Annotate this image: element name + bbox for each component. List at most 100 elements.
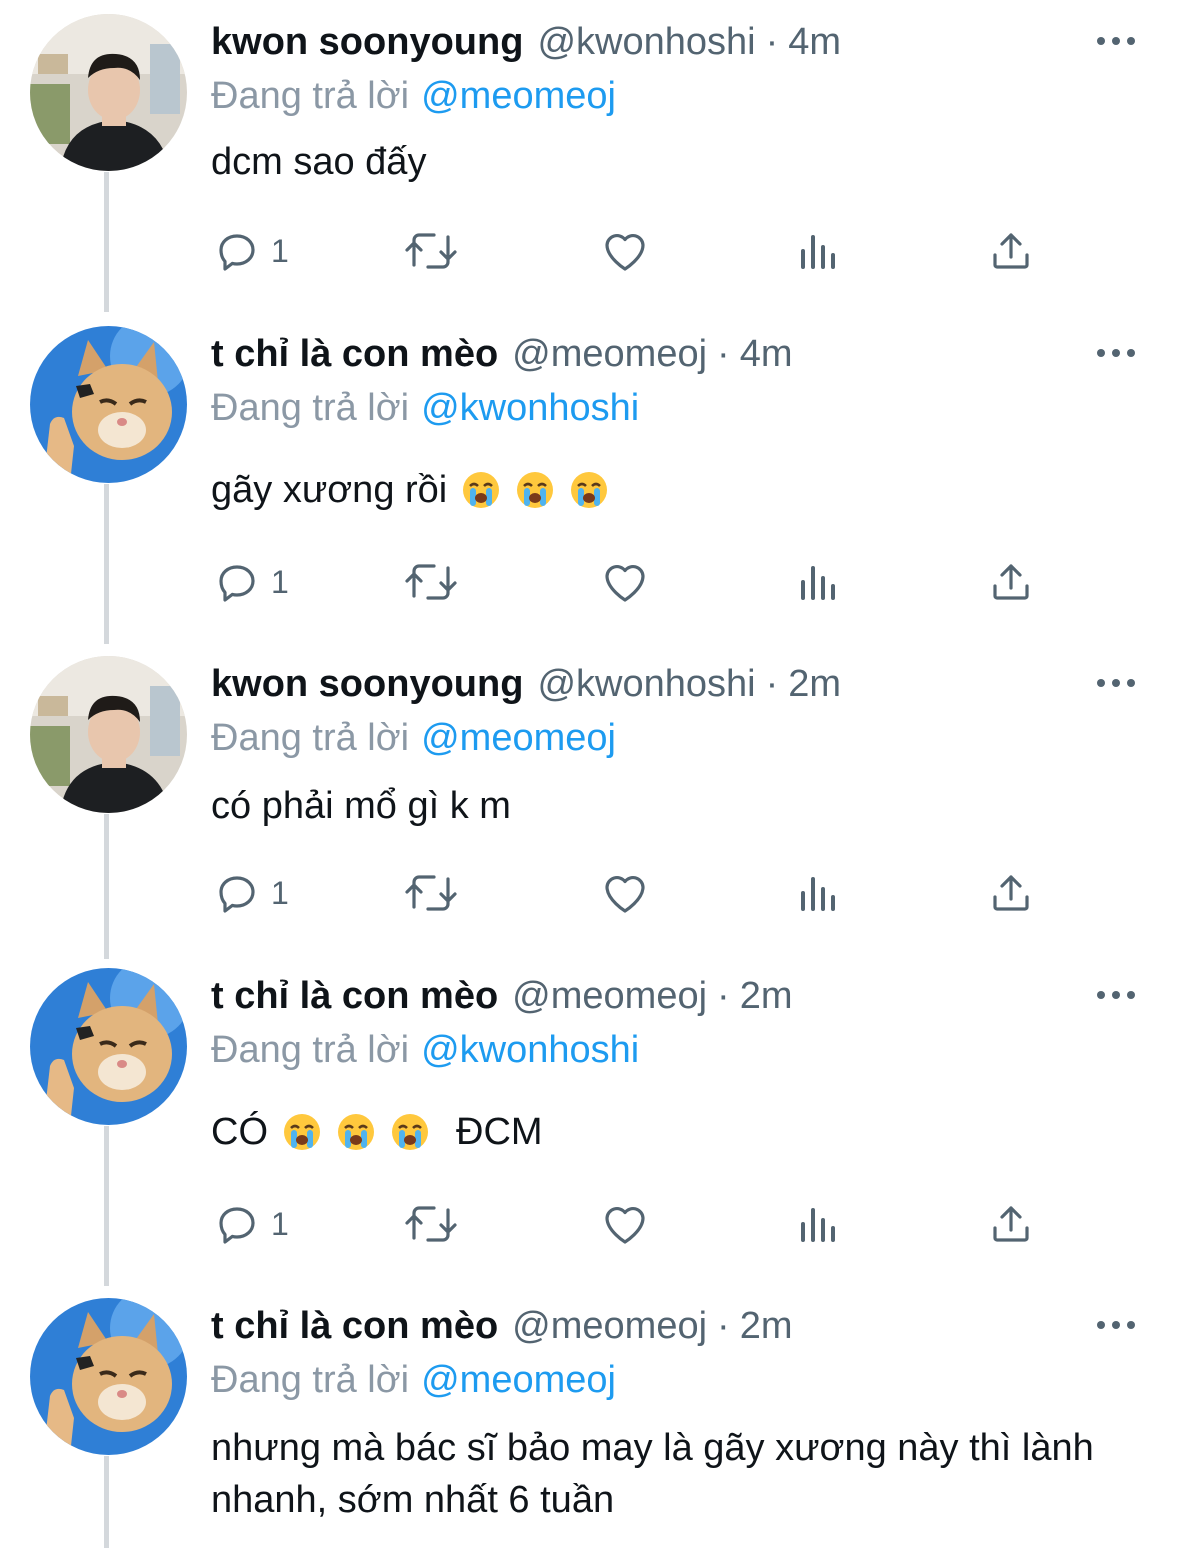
retweet-button[interactable] — [402, 1194, 460, 1254]
loudly-crying-face-icon — [282, 1112, 322, 1152]
views-icon — [801, 1208, 835, 1242]
loudly-crying-face-icon — [569, 470, 609, 510]
reply-count: 1 — [271, 875, 289, 911]
reply-icon — [219, 234, 255, 271]
reply-count: 1 — [271, 1206, 289, 1242]
timestamp[interactable]: 2m — [740, 1300, 793, 1352]
mention-link[interactable]: @kwonhoshi — [421, 1029, 639, 1071]
tweet-text: CÓ ĐCM — [211, 1106, 543, 1158]
replying-to-label: Đang trả lời — [211, 387, 410, 429]
reply-count: 1 — [271, 564, 289, 600]
more-icon[interactable] — [1097, 678, 1135, 688]
share-button[interactable] — [987, 221, 1035, 281]
tweet-text: nhưng mà bác sĩ bảo may là gãy xương này… — [211, 1422, 1141, 1526]
retweet-button[interactable] — [402, 552, 460, 612]
cat-avatar-image — [30, 326, 187, 483]
tweet-text-content: nhưng mà bác sĩ bảo may là gãy xương này… — [211, 1427, 1094, 1521]
display-name[interactable]: kwon soonyoung — [211, 658, 523, 710]
separator-dot: · — [717, 1305, 730, 1347]
like-button[interactable] — [599, 863, 651, 923]
avatar[interactable] — [30, 656, 187, 813]
display-name[interactable]: kwon soonyoung — [211, 16, 523, 68]
tweet[interactable]: kwon soonyoung @kwonhoshi · 4m Đang trả … — [0, 0, 1179, 312]
views-icon — [801, 235, 835, 269]
person-avatar-image — [30, 656, 187, 813]
like-icon — [605, 233, 645, 271]
tweet-header: t chỉ là con mèo @meomeoj · 2m — [211, 1300, 793, 1352]
reply-button[interactable]: 1 — [213, 221, 289, 281]
replying-to: Đang trả lời @meomeoj — [211, 712, 616, 764]
tweet[interactable]: t chỉ là con mèo @meomeoj · 2m Đang trả … — [0, 954, 1179, 1286]
user-handle[interactable]: @meomeoj — [512, 328, 707, 380]
like-icon — [605, 875, 645, 913]
tweet-header: t chỉ là con mèo @meomeoj · 4m — [211, 328, 793, 380]
share-icon — [993, 233, 1029, 269]
reply-button[interactable]: 1 — [213, 863, 289, 923]
like-button[interactable] — [599, 221, 651, 281]
tweet[interactable]: kwon soonyoung @kwonhoshi · 2m Đang trả … — [0, 642, 1179, 954]
more-icon[interactable] — [1097, 990, 1135, 1000]
mention-link[interactable]: @meomeoj — [421, 717, 616, 759]
views-button[interactable] — [797, 552, 841, 612]
action-bar: 1 — [0, 552, 1179, 612]
like-button[interactable] — [599, 1194, 651, 1254]
views-button[interactable] — [797, 1194, 841, 1254]
reply-icon — [219, 1207, 255, 1244]
share-icon — [993, 875, 1029, 911]
user-handle[interactable]: @kwonhoshi — [537, 658, 755, 710]
display-name[interactable]: t chỉ là con mèo — [211, 970, 498, 1022]
user-handle[interactable]: @kwonhoshi — [537, 16, 755, 68]
reply-button[interactable]: 1 — [213, 552, 289, 612]
replying-to-label: Đang trả lời — [211, 75, 410, 117]
tweet-text: có phải mổ gì k m — [211, 780, 511, 832]
retweet-button[interactable] — [402, 221, 460, 281]
more-icon[interactable] — [1097, 36, 1135, 46]
replying-to: Đang trả lời @kwonhoshi — [211, 1024, 639, 1076]
share-button[interactable] — [987, 863, 1035, 923]
avatar[interactable] — [30, 14, 187, 171]
separator-dot: · — [717, 333, 730, 375]
person-avatar-image — [30, 14, 187, 171]
user-handle[interactable]: @meomeoj — [512, 970, 707, 1022]
tweet[interactable]: t chỉ là con mèo @meomeoj · 4m Đang trả … — [0, 312, 1179, 644]
retweet-button[interactable] — [402, 863, 460, 923]
reply-icon — [219, 876, 255, 913]
separator-dot: · — [765, 663, 779, 705]
share-icon — [993, 1206, 1029, 1242]
retweet-icon — [405, 1206, 457, 1242]
user-handle[interactable]: @meomeoj — [512, 1300, 707, 1352]
tweet-text: dcm sao đấy — [211, 136, 426, 188]
timestamp[interactable]: 4m — [740, 328, 793, 380]
like-icon — [605, 564, 645, 602]
views-icon — [801, 566, 835, 600]
share-button[interactable] — [987, 1194, 1035, 1254]
avatar[interactable] — [30, 1298, 187, 1455]
retweet-icon — [405, 875, 457, 911]
mention-link[interactable]: @meomeoj — [421, 1359, 616, 1401]
retweet-icon — [405, 233, 457, 269]
replying-to: Đang trả lời @meomeoj — [211, 70, 616, 122]
timestamp[interactable]: 2m — [740, 970, 793, 1022]
timestamp[interactable]: 2m — [788, 658, 841, 710]
mention-link[interactable]: @meomeoj — [421, 75, 616, 117]
timestamp[interactable]: 4m — [788, 16, 841, 68]
reply-button[interactable]: 1 — [213, 1194, 289, 1254]
display-name[interactable]: t chỉ là con mèo — [211, 328, 498, 380]
avatar[interactable] — [30, 968, 187, 1125]
share-button[interactable] — [987, 552, 1035, 612]
tweet-header: kwon soonyoung @kwonhoshi · 2m — [211, 658, 841, 710]
loudly-crying-face-icon — [461, 470, 501, 510]
avatar[interactable] — [30, 326, 187, 483]
separator-dot: · — [765, 21, 779, 63]
share-icon — [993, 564, 1029, 600]
views-button[interactable] — [797, 221, 841, 281]
loudly-crying-face-icon — [390, 1112, 430, 1152]
more-icon[interactable] — [1097, 1320, 1135, 1330]
more-icon[interactable] — [1097, 348, 1135, 358]
tweet[interactable]: t chỉ là con mèo @meomeoj · 2m Đang trả … — [0, 1284, 1179, 1548]
display-name[interactable]: t chỉ là con mèo — [211, 1300, 498, 1352]
mention-link[interactable]: @kwonhoshi — [421, 387, 639, 429]
like-button[interactable] — [599, 552, 651, 612]
action-bar: 1 — [0, 1194, 1179, 1254]
views-button[interactable] — [797, 863, 841, 923]
